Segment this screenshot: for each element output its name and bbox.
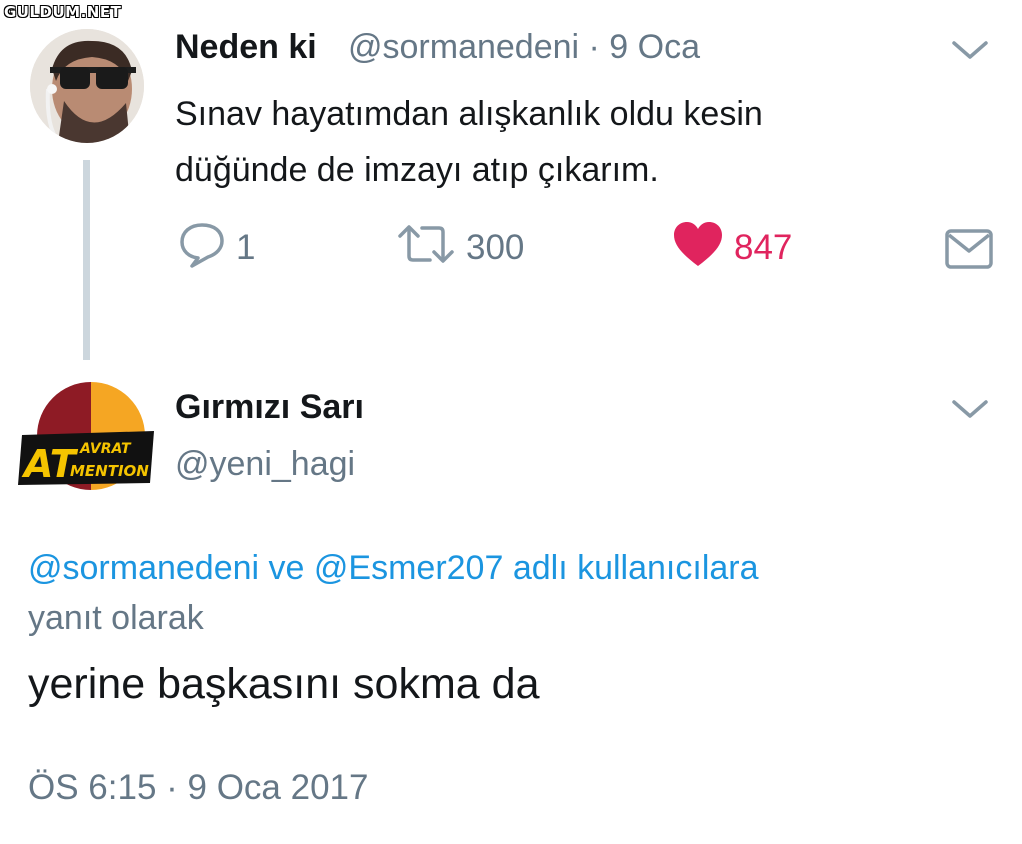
- avatar-logo-text-bottom: MENTION: [70, 462, 149, 480]
- heart-icon: [672, 220, 724, 277]
- reply-context-line: yanıt olarak: [28, 599, 204, 637]
- tweet-text-line: Sınav hayatımdan alışkanlık oldu kesin: [175, 95, 763, 133]
- reply-button[interactable]: 1: [178, 222, 256, 272]
- chevron-down-icon[interactable]: [950, 397, 990, 421]
- like-count: 847: [734, 228, 793, 267]
- separator: ·: [579, 28, 610, 66]
- chevron-down-icon[interactable]: [950, 38, 990, 62]
- mention-link[interactable]: @sormanedeni: [28, 549, 259, 587]
- reply-users-link[interactable]: adlı kullanıcılara: [503, 549, 759, 587]
- retweet-count: 300: [466, 228, 525, 267]
- reply-context: @sormanedeni ve @Esmer207 adlı kullanıcı…: [28, 543, 988, 643]
- author-handle-and-date[interactable]: @sormanedeni · 9 Oca: [348, 28, 700, 67]
- message-icon[interactable]: [944, 226, 994, 277]
- tweet-text: Sınav hayatımdan alışkanlık oldu kesin d…: [175, 86, 955, 198]
- tweet-timestamp[interactable]: ÖS 6:15 · 9 Oca 2017: [28, 768, 368, 808]
- tweet-text-line: düğünde de imzayı atıp çıkarım.: [175, 151, 659, 189]
- like-button[interactable]: 847: [672, 221, 793, 272]
- avatar[interactable]: [30, 29, 144, 143]
- retweet-button[interactable]: 300: [396, 224, 524, 272]
- author-handle[interactable]: @yeni_hagi: [175, 445, 355, 484]
- avatar[interactable]: AT AVRAT MENTION: [18, 375, 158, 490]
- author-name[interactable]: Gırmızı Sarı: [175, 388, 364, 427]
- tweet-text: yerine başkasını sokma da: [28, 660, 540, 708]
- mention-link[interactable]: @Esmer207: [314, 549, 503, 587]
- author-name[interactable]: Neden ki: [175, 28, 317, 67]
- retweet-icon: [396, 220, 456, 277]
- author-handle[interactable]: @sormanedeni: [348, 28, 579, 66]
- thread-line: [83, 160, 90, 360]
- reply-icon: [178, 220, 226, 277]
- reply-connector[interactable]: ve: [259, 549, 314, 587]
- reply-count: 1: [236, 228, 256, 267]
- avatar-logo-text-top: AVRAT: [79, 441, 132, 457]
- tweet-date[interactable]: 9 Oca: [609, 28, 700, 66]
- watermark: GULDUM.NET: [4, 3, 122, 21]
